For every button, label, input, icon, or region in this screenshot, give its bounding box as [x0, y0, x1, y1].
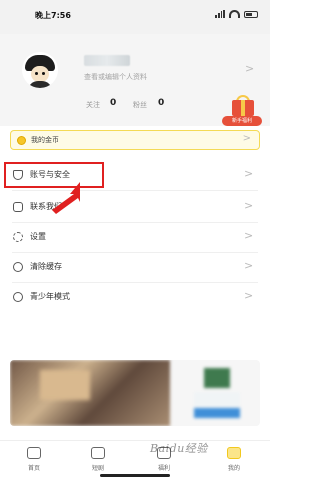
- wifi-icon: [229, 10, 240, 18]
- chevron-right-icon: >: [244, 229, 254, 242]
- home-indicator: [100, 474, 170, 477]
- status-icons: [215, 10, 258, 18]
- chat-icon: [13, 202, 23, 212]
- menu-item-settings[interactable]: 设置 >: [0, 224, 270, 250]
- divider: [12, 222, 258, 223]
- chevron-right-icon[interactable]: >: [245, 62, 254, 75]
- menu-label: 设置: [30, 232, 46, 241]
- follow-count[interactable]: 0: [110, 98, 116, 108]
- my-coins-card[interactable]: 我的金币 >: [10, 130, 260, 150]
- follow-label[interactable]: 关注: [86, 100, 100, 110]
- fans-label[interactable]: 粉丝: [133, 100, 147, 110]
- username-blurred: [84, 55, 130, 66]
- avatar[interactable]: [22, 52, 58, 88]
- fans-count[interactable]: 0: [158, 98, 164, 108]
- tab-drama[interactable]: 短剧: [78, 445, 118, 477]
- tab-home[interactable]: 首页: [14, 445, 54, 477]
- chevron-right-icon: >: [242, 133, 251, 144]
- divider: [12, 252, 258, 253]
- tab-mine[interactable]: 我的: [214, 445, 254, 477]
- tab-label: 我的: [227, 465, 240, 472]
- tab-label: 福利: [157, 465, 170, 472]
- menu-label: 清除缓存: [30, 262, 62, 271]
- tab-label: 短剧: [91, 465, 104, 472]
- gear-icon: [13, 232, 23, 242]
- tab-label: 首页: [27, 465, 40, 472]
- chevron-right-icon: >: [244, 199, 254, 212]
- battery-icon: [244, 10, 258, 18]
- coin-icon: [17, 136, 26, 145]
- banner-image-blurred: [10, 360, 170, 426]
- chevron-right-icon: >: [244, 259, 254, 272]
- teen-icon: [13, 292, 23, 302]
- user-icon: [227, 447, 241, 459]
- menu-item-clear-cache[interactable]: 清除缓存 >: [0, 254, 270, 280]
- watermark: Baidu经验: [150, 442, 208, 455]
- coins-label: 我的金币: [31, 136, 59, 144]
- chevron-right-icon: >: [244, 289, 254, 302]
- tv-icon: [91, 447, 105, 459]
- menu-item-teen-mode[interactable]: 青少年模式 >: [0, 284, 270, 310]
- chevron-right-icon: >: [244, 167, 254, 180]
- gift-tag[interactable]: 新手福利: [222, 116, 262, 126]
- home-icon: [27, 447, 41, 459]
- divider: [12, 282, 258, 283]
- signal-icon: [215, 10, 225, 18]
- promo-banner[interactable]: [10, 360, 260, 426]
- red-arrow-annotation: [52, 182, 80, 214]
- menu-label: 青少年模式: [30, 292, 70, 301]
- banner-thumbnail-blurred: [194, 368, 240, 418]
- status-bar: 晚上7:56: [0, 0, 270, 34]
- banner-image-detail: [40, 370, 90, 400]
- profile-edit-link[interactable]: 查看或编辑个人资料: [84, 72, 147, 82]
- status-time: 晚上7:56: [35, 11, 71, 20]
- clean-icon: [13, 262, 23, 272]
